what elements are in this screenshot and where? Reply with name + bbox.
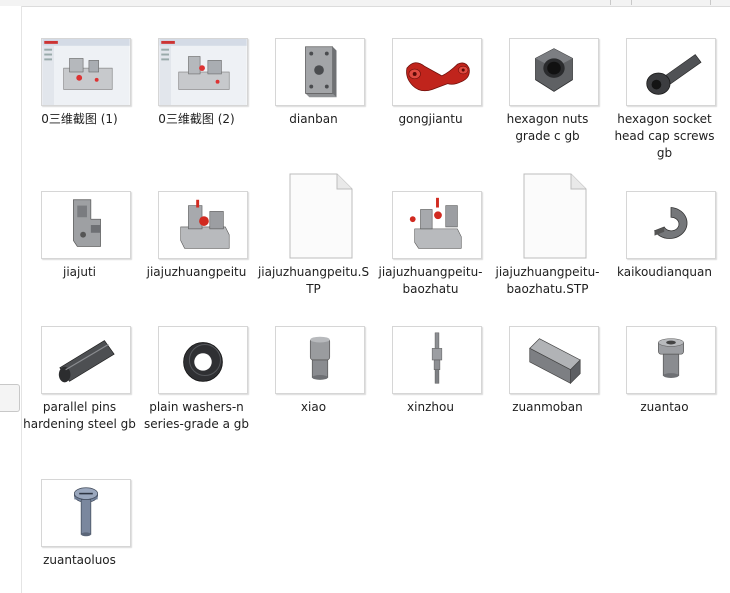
file-name: jiajuzhuangpeitu bbox=[146, 265, 247, 279]
plate-part-icon bbox=[275, 38, 365, 106]
navigation-pane bbox=[0, 6, 22, 593]
toolbar-divider bbox=[710, 0, 725, 5]
pin-part-icon bbox=[275, 326, 365, 394]
file-name: dianban bbox=[289, 112, 338, 126]
file-name: parallel pins hardening steel gb bbox=[23, 400, 136, 431]
drill-bushing-icon bbox=[626, 326, 716, 394]
drill-plate-icon bbox=[509, 326, 599, 394]
file-name: hexagon nuts grade c gb bbox=[506, 112, 589, 143]
file-name: xinzhou bbox=[407, 400, 454, 414]
parallel-pin-icon bbox=[41, 326, 131, 394]
file-name: 0三维截图 (2) bbox=[158, 112, 235, 126]
file-name: zuantao bbox=[640, 400, 689, 414]
blank-document-icon bbox=[523, 173, 587, 259]
plain-washer-icon bbox=[158, 326, 248, 394]
file-name: plain washers-n series-grade a gb bbox=[144, 400, 249, 431]
blank-document-icon bbox=[289, 173, 353, 259]
solidworks-screenshot-icon bbox=[158, 38, 248, 106]
toolbar-divider bbox=[631, 0, 646, 5]
file-name: kaikoudianquan bbox=[617, 265, 712, 279]
hex-nut-icon bbox=[509, 38, 599, 106]
mandrel-part-icon bbox=[392, 326, 482, 394]
file-icon-grid: 0三维截图 (1) 0三维截图 (2) dianban gongjiantu h… bbox=[21, 6, 730, 593]
file-name: xiao bbox=[300, 400, 327, 414]
file-name: jiajuzhuangpeitu.STP bbox=[257, 265, 370, 296]
file-name: zuantaoluos bbox=[43, 553, 116, 567]
file-name: 0三维截图 (1) bbox=[41, 112, 118, 126]
workpiece-part-icon bbox=[392, 38, 482, 106]
file-name: zuanmoban bbox=[512, 400, 583, 414]
fixture-assembly-icon bbox=[158, 191, 248, 259]
file-name: jiajuzhuangpeitu-baozhatu bbox=[378, 265, 483, 296]
exploded-assembly-icon bbox=[392, 191, 482, 259]
solidworks-screenshot-icon bbox=[41, 38, 131, 106]
file-name: jiajuti bbox=[63, 265, 96, 279]
open-washer-icon bbox=[626, 191, 716, 259]
file-name: hexagon socket head cap screws gb bbox=[614, 112, 715, 160]
toolbar-divider bbox=[610, 0, 625, 5]
file-name: jiajuzhuangpeitu-baozhatu.STP bbox=[495, 265, 600, 296]
pane-splitter-handle[interactable] bbox=[0, 384, 20, 412]
socket-cap-screw-icon bbox=[626, 38, 716, 106]
bushing-screw-icon bbox=[41, 479, 131, 547]
file-name: gongjiantu bbox=[398, 112, 463, 126]
fixture-body-icon bbox=[41, 191, 131, 259]
